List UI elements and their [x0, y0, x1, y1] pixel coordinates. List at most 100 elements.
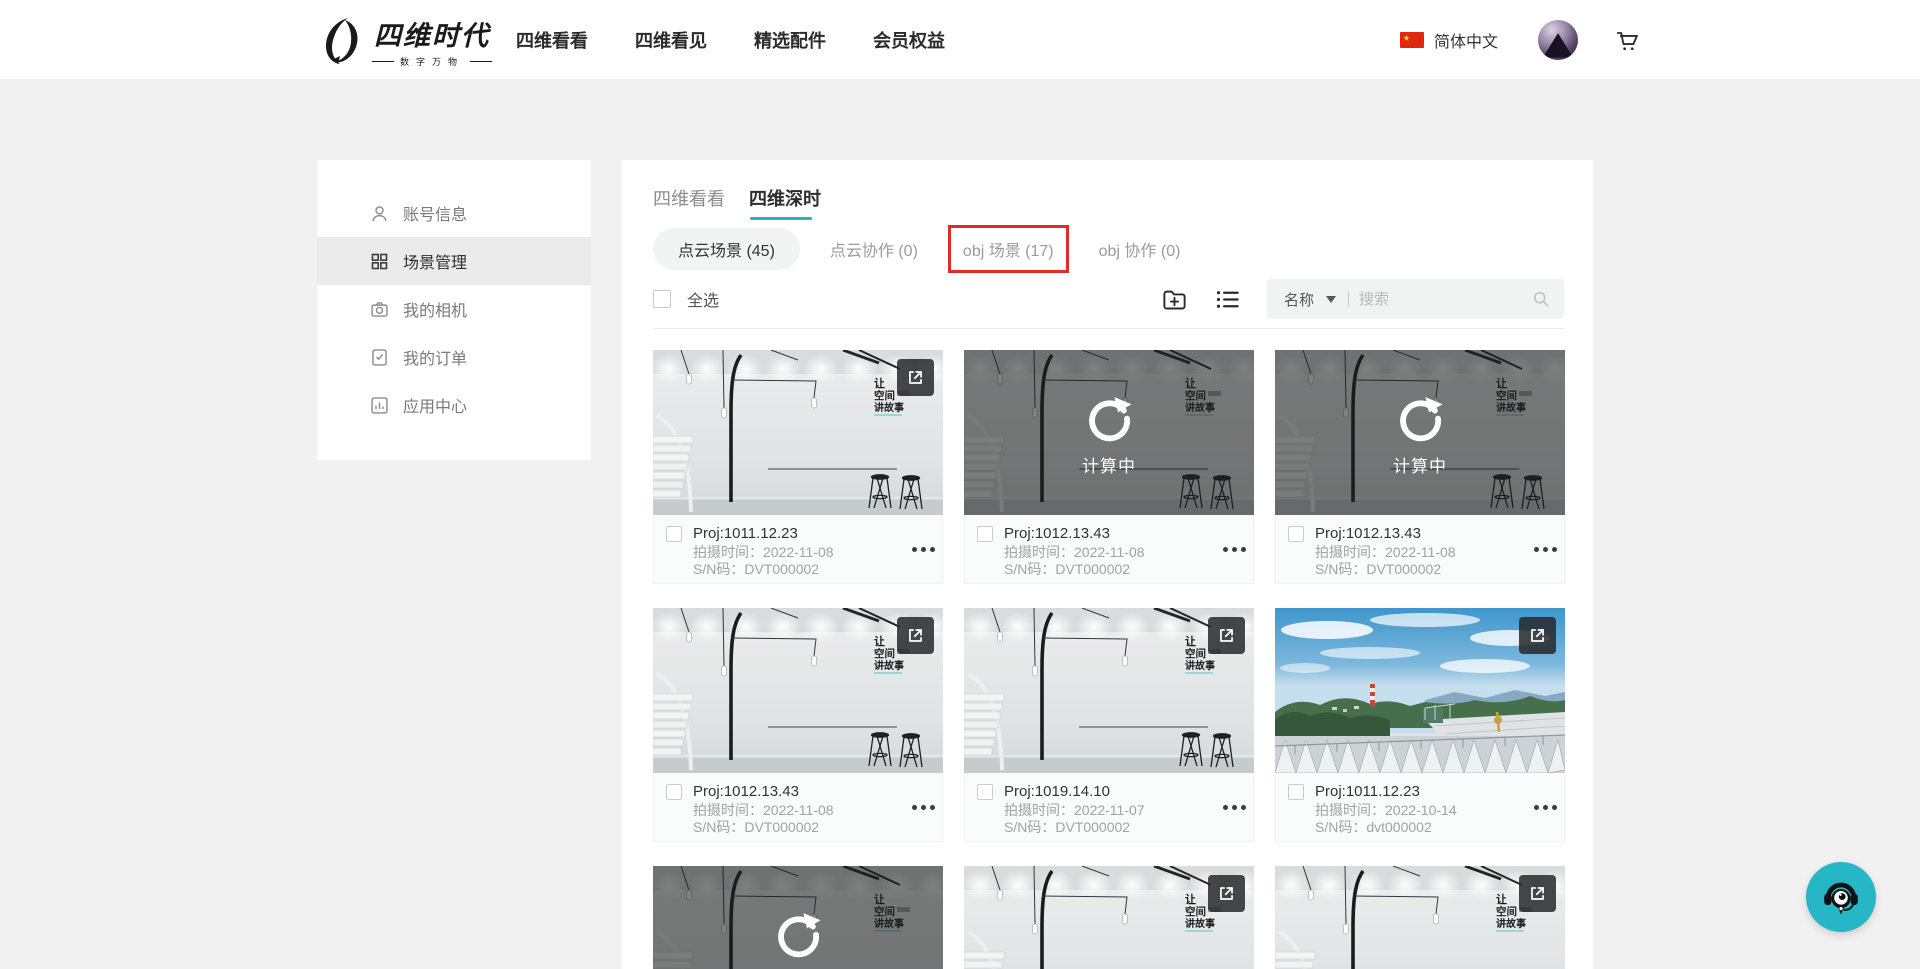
card-thumbnail[interactable]: 让 空间 讲故事: [653, 608, 943, 773]
language-selector[interactable]: 简体中文: [1434, 28, 1498, 52]
nav-item-kankan[interactable]: 四维看看: [516, 27, 588, 53]
toolbar: 全选 名称: [653, 279, 1564, 319]
card-thumbnail[interactable]: [1275, 608, 1565, 773]
logo-subtitle: 数字万物: [372, 55, 492, 68]
svg-text:让: 让: [874, 634, 885, 648]
sidebar-item-label: 场景管理: [403, 249, 467, 273]
svg-text:讲故事: 讲故事: [1185, 917, 1215, 930]
select-all-checkbox[interactable]: [653, 290, 671, 308]
card-thumbnail[interactable]: 让 空间 讲故事: [964, 866, 1254, 969]
card-checkbox[interactable]: [666, 526, 682, 542]
sidebar-item-app-center[interactable]: 应用中心: [317, 381, 591, 429]
card-sn-value: dvt000002: [1366, 819, 1431, 835]
more-options-icon[interactable]: [921, 805, 926, 810]
logo-icon: [318, 16, 364, 66]
search-bar: 名称: [1267, 279, 1564, 319]
header-right: 简体中文: [1400, 0, 1641, 79]
card-shoot-label: 拍摄时间：: [693, 544, 763, 560]
card-title: Proj:1011.12.23: [1315, 783, 1457, 800]
nav-item-membership[interactable]: 会员权益: [873, 27, 945, 53]
card-title: Proj:1011.12.23: [693, 525, 834, 542]
more-options-icon[interactable]: [921, 547, 926, 552]
list-view-icon[interactable]: [1214, 286, 1241, 313]
svg-text:让: 让: [874, 376, 885, 390]
svg-text:让: 让: [1496, 892, 1507, 906]
tab-siwei-kankan[interactable]: 四维看看: [653, 185, 725, 218]
scene-card: 让 空间 讲故事 Proj:1011.12.23 拍摄时间：2022-11-08…: [653, 350, 943, 584]
filter-obj-collab[interactable]: obj 协作 (0): [1099, 237, 1181, 261]
computing-overlay: 计算中: [653, 866, 943, 969]
card-title: Proj:1012.13.43: [1004, 525, 1145, 542]
open-scene-icon[interactable]: [1208, 875, 1245, 912]
card-thumbnail[interactable]: 让 空间 讲故事: [653, 350, 943, 515]
card-shoot-label: 拍摄时间：: [1315, 802, 1385, 818]
open-scene-icon[interactable]: [897, 359, 934, 396]
svg-text:讲故事: 讲故事: [874, 401, 904, 414]
filter-pointcloud-collab[interactable]: 点云协作 (0): [830, 237, 918, 261]
computing-overlay: 计算中: [964, 350, 1254, 515]
open-scene-icon[interactable]: [1519, 617, 1556, 654]
brand-logo[interactable]: 四维时代 数字万物: [318, 14, 492, 68]
user-avatar[interactable]: [1538, 20, 1578, 60]
sidebar-item-scene-management[interactable]: 场景管理: [317, 237, 591, 285]
svg-text:空间: 空间: [874, 647, 895, 660]
svg-text:让: 让: [1185, 892, 1196, 906]
more-options-icon[interactable]: [1232, 805, 1237, 810]
card-info: Proj:1012.13.43 拍摄时间：2022-11-08 S/N码：DVT…: [653, 773, 943, 842]
sidebar-item-account-info[interactable]: 账号信息: [317, 189, 591, 237]
card-info: Proj:1019.14.10 拍摄时间：2022-11-07 S/N码：DVT…: [964, 773, 1254, 842]
filter-obj-scene[interactable]: obj 场景 (17): [963, 237, 1054, 261]
card-shoot-date: 2022-11-08: [763, 544, 834, 560]
search-input[interactable]: [1359, 291, 1531, 308]
card-sn-label: S/N码：: [1315, 819, 1366, 835]
card-thumbnail[interactable]: 让 空间 讲故事 计算中: [964, 350, 1254, 515]
card-thumbnail[interactable]: 让 空间 讲故事 计算中: [653, 866, 943, 969]
svg-text:讲故事: 讲故事: [874, 659, 904, 672]
more-options-icon[interactable]: [1543, 547, 1548, 552]
tab-bar: 四维看看 四维深时: [653, 185, 1564, 218]
card-shoot-label: 拍摄时间：: [1004, 802, 1074, 818]
nav-item-accessories[interactable]: 精选配件: [754, 27, 826, 53]
chevron-down-icon[interactable]: [1326, 296, 1336, 303]
refresh-icon: [1393, 389, 1447, 443]
new-folder-icon[interactable]: [1161, 286, 1188, 313]
open-scene-icon[interactable]: [1519, 875, 1556, 912]
search-icon[interactable]: [1531, 289, 1551, 309]
customer-service-button[interactable]: [1806, 862, 1876, 932]
card-checkbox[interactable]: [666, 784, 682, 800]
tab-siwei-shenshi[interactable]: 四维深时: [749, 185, 821, 218]
svg-text:讲故事: 讲故事: [1185, 659, 1215, 672]
card-checkbox[interactable]: [1288, 784, 1304, 800]
card-thumbnail[interactable]: 让 空间 讲故事: [1275, 866, 1565, 969]
sidebar-item-my-orders[interactable]: 我的订单: [317, 333, 591, 381]
scene-card: 让 空间 讲故事 Proj:1019.14.10 拍摄时间：2022-11-07…: [964, 608, 1254, 842]
more-options-icon[interactable]: [1543, 805, 1548, 810]
open-scene-icon[interactable]: [897, 617, 934, 654]
page: 四维时代 数字万物 四维看看 四维看见 精选配件 会员权益 简体中文: [0, 0, 1920, 969]
scene-card: 让 空间 讲故事: [1275, 866, 1565, 969]
user-icon: [369, 203, 390, 224]
more-options-icon[interactable]: [1232, 547, 1237, 552]
card-sn-value: DVT000002: [744, 819, 819, 835]
card-title: Proj:1012.13.43: [1315, 525, 1456, 542]
card-sn-label: S/N码：: [693, 819, 744, 835]
card-checkbox[interactable]: [977, 526, 993, 542]
svg-text:空间: 空间: [1185, 905, 1206, 918]
open-scene-icon[interactable]: [1208, 617, 1245, 654]
card-thumbnail[interactable]: 让 空间 讲故事: [964, 608, 1254, 773]
card-checkbox[interactable]: [977, 784, 993, 800]
sidebar-item-my-camera[interactable]: 我的相机: [317, 285, 591, 333]
search-category-select[interactable]: 名称: [1284, 289, 1314, 310]
filter-bar: 点云场景 (45) 点云协作 (0) obj 场景 (17) obj 协作 (0…: [653, 227, 1564, 271]
apps-icon: [369, 395, 390, 416]
card-title: Proj:1012.13.43: [693, 783, 834, 800]
nav-item-kanjian[interactable]: 四维看见: [635, 27, 707, 53]
computing-label: 计算中: [1082, 452, 1136, 477]
card-thumbnail[interactable]: 让 空间 讲故事 计算中: [1275, 350, 1565, 515]
card-checkbox[interactable]: [1288, 526, 1304, 542]
sidebar-item-label: 我的相机: [403, 297, 467, 321]
card-sn-label: S/N码：: [693, 561, 744, 577]
filter-pointcloud-scene[interactable]: 点云场景 (45): [653, 228, 800, 270]
card-sn-value: DVT000002: [744, 561, 819, 577]
cart-icon[interactable]: [1613, 26, 1641, 54]
